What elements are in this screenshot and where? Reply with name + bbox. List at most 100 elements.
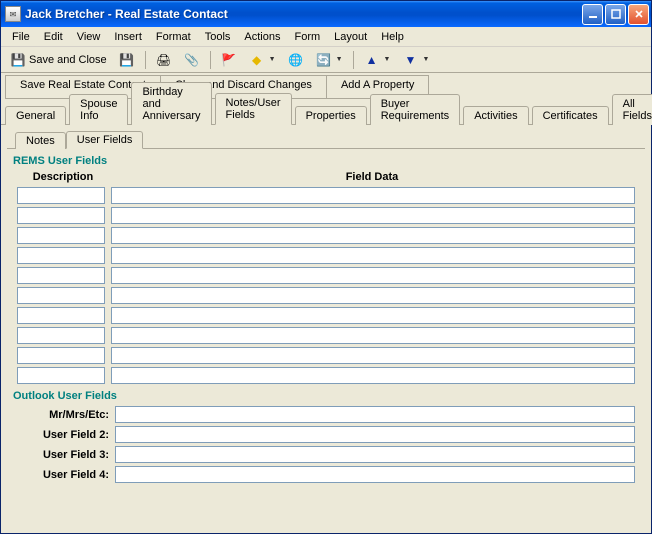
outlook-field-rows: Mr/Mrs/Etc:User Field 2:User Field 3:Use…	[7, 406, 645, 483]
globe-icon: 🌐	[288, 52, 304, 68]
rems-row	[17, 227, 635, 244]
tab-properties[interactable]: Properties	[295, 106, 367, 125]
tab-buyer-requirements[interactable]: Buyer Requirements	[370, 94, 460, 125]
rems-description-input[interactable]	[17, 227, 105, 244]
dropdown-icon: ▼	[384, 56, 391, 63]
menu-actions[interactable]: Actions	[237, 29, 287, 45]
menu-format[interactable]: Format	[149, 29, 198, 45]
outlook-row: User Field 4:	[17, 466, 635, 483]
rems-fielddata-input[interactable]	[111, 367, 635, 384]
next-item-button[interactable]: ▼▼	[397, 49, 434, 71]
description-header: Description	[17, 171, 109, 183]
rems-fielddata-input[interactable]	[111, 267, 635, 284]
menu-edit[interactable]: Edit	[37, 29, 70, 45]
menu-layout[interactable]: Layout	[327, 29, 374, 45]
outlook-field-label: User Field 3:	[17, 449, 111, 461]
dropdown-icon: ▼	[269, 56, 276, 63]
recurrence-button[interactable]: 🔄▼	[311, 49, 348, 71]
rems-row	[17, 347, 635, 364]
maximize-button[interactable]	[605, 4, 626, 25]
rems-description-input[interactable]	[17, 207, 105, 224]
tab-notes-user-fields[interactable]: Notes/User Fields	[215, 93, 292, 125]
disk-icon: 💾	[119, 52, 135, 68]
main-tabs: GeneralSpouse InfoBirthday and Anniversa…	[1, 101, 651, 125]
rems-fielddata-input[interactable]	[111, 247, 635, 264]
attach-button[interactable]: 📎	[179, 49, 205, 71]
rems-description-input[interactable]	[17, 287, 105, 304]
tab-birthday-and-anniversary[interactable]: Birthday and Anniversary	[131, 82, 211, 125]
separator	[353, 51, 354, 69]
paperclip-icon: 📎	[184, 52, 200, 68]
subtab-notes[interactable]: Notes	[15, 132, 66, 149]
rems-description-input[interactable]	[17, 247, 105, 264]
arrow-down-icon: ▼	[402, 52, 418, 68]
dropdown-icon: ▼	[336, 56, 343, 63]
app-icon: ✉	[5, 6, 21, 22]
previous-item-button[interactable]: ▲▼	[359, 49, 396, 71]
rems-description-input[interactable]	[17, 187, 105, 204]
menu-bar: File Edit View Insert Format Tools Actio…	[1, 27, 651, 47]
rems-row	[17, 207, 635, 224]
rems-row	[17, 327, 635, 344]
outlook-field-label: User Field 2:	[17, 429, 111, 441]
menu-help[interactable]: Help	[374, 29, 411, 45]
outlook-field-input[interactable]	[115, 406, 635, 423]
outlook-field-input[interactable]	[115, 426, 635, 443]
sub-tabs: NotesUser Fields	[7, 129, 645, 149]
menu-tools[interactable]: Tools	[198, 29, 238, 45]
rems-group-label: REMS User Fields	[13, 155, 645, 167]
save-and-close-button[interactable]: 💾 Save and Close	[5, 49, 112, 71]
rems-field-headers: Description Field Data	[17, 171, 635, 183]
dropdown-icon: ▼	[422, 56, 429, 63]
rems-description-input[interactable]	[17, 367, 105, 384]
rems-fielddata-input[interactable]	[111, 287, 635, 304]
autodial-button[interactable]: ◆▼	[244, 49, 281, 71]
rems-fielddata-input[interactable]	[111, 207, 635, 224]
outlook-field-input[interactable]	[115, 446, 635, 463]
rems-row	[17, 287, 635, 304]
print-button[interactable]: 🖨	[151, 49, 177, 71]
rems-description-input[interactable]	[17, 327, 105, 344]
save-icon: 💾	[10, 52, 26, 68]
window-controls	[582, 4, 649, 25]
minimize-button[interactable]	[582, 4, 603, 25]
menu-form[interactable]: Form	[287, 29, 327, 45]
tab-all-fields[interactable]: All Fields	[612, 94, 652, 125]
rems-row	[17, 267, 635, 284]
rems-row	[17, 247, 635, 264]
tab-certificates[interactable]: Certificates	[532, 106, 609, 125]
outlook-field-input[interactable]	[115, 466, 635, 483]
rems-description-input[interactable]	[17, 307, 105, 324]
application-window: ✉ Jack Bretcher - Real Estate Contact Fi…	[0, 0, 652, 534]
display-map-button[interactable]: 🌐	[283, 49, 309, 71]
rems-description-input[interactable]	[17, 267, 105, 284]
separator	[145, 51, 146, 69]
rems-row	[17, 367, 635, 384]
save-button[interactable]: 💾	[114, 49, 140, 71]
close-button[interactable]	[628, 4, 649, 25]
outlook-group-label: Outlook User Fields	[13, 390, 645, 402]
diamond-icon: ◆	[249, 52, 265, 68]
rems-fielddata-input[interactable]	[111, 347, 635, 364]
rems-fielddata-input[interactable]	[111, 187, 635, 204]
menu-view[interactable]: View	[70, 29, 108, 45]
rems-fielddata-input[interactable]	[111, 307, 635, 324]
subtab-user-fields[interactable]: User Fields	[66, 131, 144, 149]
rems-row	[17, 187, 635, 204]
content-area: NotesUser Fields REMS User Fields Descri…	[1, 125, 651, 533]
title-bar: ✉ Jack Bretcher - Real Estate Contact	[1, 1, 651, 27]
outlook-row: User Field 2:	[17, 426, 635, 443]
menu-insert[interactable]: Insert	[107, 29, 149, 45]
separator	[210, 51, 211, 69]
menu-file[interactable]: File	[5, 29, 37, 45]
rems-fielddata-input[interactable]	[111, 227, 635, 244]
toolbar: 💾 Save and Close 💾 🖨 📎 🚩 ◆▼ 🌐 🔄▼ ▲▼ ▼▼	[1, 47, 651, 73]
tab-spouse-info[interactable]: Spouse Info	[69, 94, 128, 125]
outlook-row: User Field 3:	[17, 446, 635, 463]
tab-activities[interactable]: Activities	[463, 106, 528, 125]
flag-button[interactable]: 🚩	[216, 49, 242, 71]
tab-general[interactable]: General	[5, 106, 66, 125]
rems-fielddata-input[interactable]	[111, 327, 635, 344]
field-data-header: Field Data	[109, 171, 635, 183]
rems-description-input[interactable]	[17, 347, 105, 364]
